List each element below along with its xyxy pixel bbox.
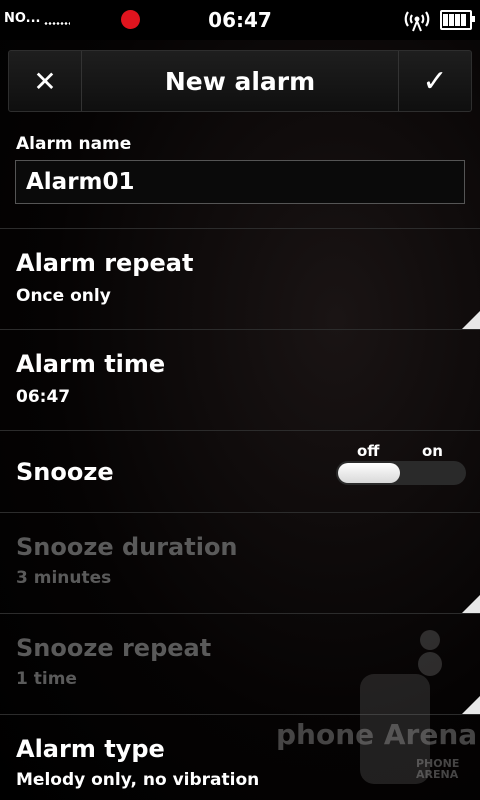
page-title: New alarm: [164, 66, 316, 96]
status-bar: NO... 06:47: [0, 0, 480, 40]
snooze-duration-value: 3 minutes: [16, 568, 112, 588]
snooze-toggle[interactable]: [336, 461, 466, 485]
checkmark-icon: ✓: [422, 63, 448, 99]
expand-corner-icon: [462, 696, 480, 714]
snooze-title: Snooze: [16, 458, 114, 486]
alarm-time-title: Alarm time: [16, 350, 166, 378]
alarm-type-row[interactable]: Alarm type Melody only, no vibration: [0, 714, 480, 800]
alarm-time-row[interactable]: Alarm time 06:47: [0, 329, 480, 430]
alarm-type-title: Alarm type: [16, 735, 165, 763]
alarm-repeat-value: Once only: [16, 286, 111, 306]
status-icons: [402, 8, 475, 32]
snooze-duration-title: Snooze duration: [16, 533, 238, 561]
title-bar: ✕ New alarm ✓: [8, 50, 472, 112]
snooze-repeat-value: 1 time: [16, 669, 77, 689]
battery-icon: [440, 10, 475, 30]
snooze-duration-row: Snooze duration 3 minutes: [0, 512, 480, 613]
snooze-repeat-title: Snooze repeat: [16, 634, 212, 662]
expand-corner-icon: [462, 311, 480, 329]
toggle-off-label: off: [357, 442, 380, 460]
close-button[interactable]: ✕: [9, 51, 82, 111]
alarm-type-value: Melody only, no vibration: [16, 770, 260, 790]
alarm-name-input[interactable]: [15, 160, 465, 204]
snooze-row: Snooze off on: [0, 430, 480, 512]
alarm-repeat-title: Alarm repeat: [16, 249, 194, 277]
snooze-repeat-row: Snooze repeat 1 time: [0, 613, 480, 714]
alarm-name-label: Alarm name: [16, 134, 132, 154]
close-icon: ✕: [33, 64, 57, 98]
toggle-knob[interactable]: [338, 463, 400, 483]
expand-corner-icon: [462, 595, 480, 613]
alarm-repeat-row[interactable]: Alarm repeat Once only: [0, 228, 480, 329]
confirm-button[interactable]: ✓: [398, 51, 471, 111]
alarm-time-value: 06:47: [16, 387, 71, 407]
toggle-on-label: on: [422, 442, 443, 460]
wireless-icon: [402, 8, 432, 32]
